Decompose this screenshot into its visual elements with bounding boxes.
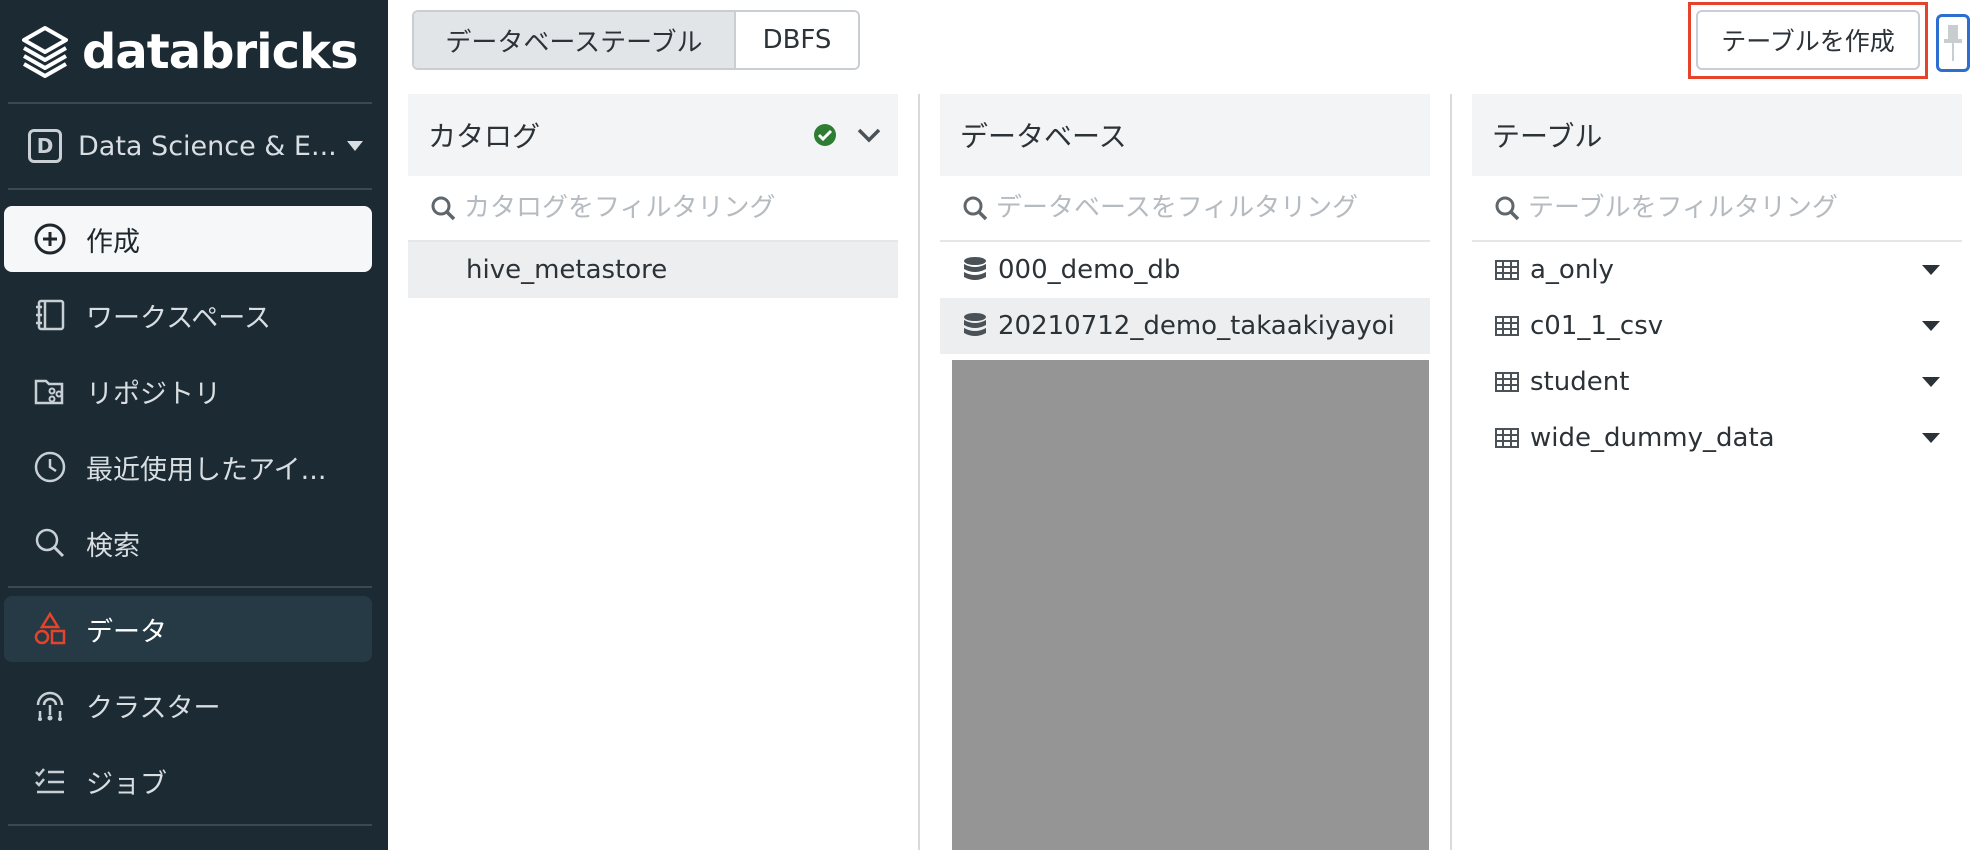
tab-database-tables[interactable]: データベーステーブル <box>414 12 736 68</box>
repo-icon <box>28 369 72 413</box>
sidebar-item-recents[interactable]: 最近使用したアイ... <box>4 434 372 500</box>
table-row[interactable]: c01_1_csv <box>1472 298 1962 354</box>
brand-name: databricks <box>82 24 359 80</box>
catalog-header-title: カタログ <box>428 120 541 153</box>
pin-button[interactable] <box>1936 14 1970 72</box>
table-row-label: wide_dummy_data <box>1530 423 1775 453</box>
column-divider[interactable] <box>1450 94 1452 850</box>
create-table-button[interactable]: テーブルを作成 <box>1696 10 1920 70</box>
sidebar-item-label: 最近使用したアイ... <box>86 454 327 486</box>
plus-circle-icon <box>28 217 72 261</box>
sidebar-item-repos[interactable]: リポジトリ <box>4 358 372 424</box>
sidebar-item-label: リポジトリ <box>86 378 221 410</box>
workspace-switcher[interactable]: D Data Science & E... <box>28 124 368 168</box>
sidebar-item-data[interactable]: データ <box>4 596 372 662</box>
sidebar: databricks D Data Science & E... 作成 ワークス… <box>0 0 388 850</box>
catalog-filter-input[interactable] <box>464 193 884 223</box>
caret-down-icon[interactable] <box>1922 321 1940 331</box>
database-row[interactable]: 000_demo_db <box>940 242 1430 298</box>
chevron-down-icon[interactable] <box>856 124 882 146</box>
database-row-label: 000_demo_db <box>998 255 1181 285</box>
sidebar-item-clusters[interactable]: クラスター <box>4 672 372 738</box>
check-circle-icon <box>814 124 836 146</box>
tables-filter-input[interactable] <box>1528 193 1948 223</box>
sidebar-divider <box>8 188 372 190</box>
tables-column: テーブル a_only c01_1_csv student wide_dummy… <box>1472 94 1962 850</box>
caret-down-icon[interactable] <box>1922 265 1940 275</box>
databricks-logo-icon <box>22 26 68 78</box>
workspace-badge: D <box>28 129 62 163</box>
sidebar-item-label: ワークスペース <box>86 302 271 334</box>
catalog-row[interactable]: hive_metastore <box>408 242 898 298</box>
search-icon <box>431 196 456 221</box>
table-row[interactable]: student <box>1472 354 1962 410</box>
database-row-label: 20210712_demo_takaakiyayoi <box>998 311 1395 341</box>
sidebar-divider <box>8 824 372 826</box>
table-icon <box>1495 372 1519 392</box>
sidebar-item-label: データ <box>86 616 167 648</box>
database-filter <box>940 176 1430 242</box>
data-shapes-icon <box>28 607 72 651</box>
search-icon <box>28 521 72 565</box>
catalog-row-label: hive_metastore <box>466 255 668 285</box>
table-row-label: student <box>1530 367 1630 397</box>
sidebar-item-create[interactable]: 作成 <box>4 206 372 272</box>
database-filter-input[interactable] <box>996 193 1416 223</box>
catalog-column: カタログ hive_metastore <box>408 94 898 850</box>
sidebar-item-label: 検索 <box>86 530 140 562</box>
caret-down-icon[interactable] <box>1922 433 1940 443</box>
catalog-filter <box>408 176 898 242</box>
notebook-icon <box>28 293 72 337</box>
table-row[interactable]: a_only <box>1472 242 1962 298</box>
tables-header-title: テーブル <box>1492 120 1603 153</box>
table-row[interactable]: wide_dummy_data <box>1472 410 1962 466</box>
table-row-label: c01_1_csv <box>1530 311 1664 341</box>
search-icon <box>963 196 988 221</box>
catalog-header: カタログ <box>408 94 898 176</box>
column-divider[interactable] <box>918 94 920 850</box>
sidebar-item-label: 作成 <box>86 226 140 258</box>
sidebar-divider <box>8 102 372 104</box>
sidebar-item-search[interactable]: 検索 <box>4 510 372 576</box>
caret-down-icon <box>346 141 363 151</box>
sidebar-item-label: クラスター <box>86 692 221 724</box>
database-icon <box>964 257 986 280</box>
sidebar-divider <box>8 586 372 588</box>
pin-icon <box>1944 25 1962 61</box>
search-icon <box>1495 196 1520 221</box>
table-icon <box>1495 316 1519 336</box>
workspace-label: Data Science & E... <box>78 130 337 162</box>
databricks-logo[interactable]: databricks <box>20 22 359 82</box>
clock-icon <box>28 445 72 489</box>
sidebar-item-workspace[interactable]: ワークスペース <box>4 282 372 348</box>
tab-dbfs[interactable]: DBFS <box>736 12 858 68</box>
sidebar-item-jobs[interactable]: ジョブ <box>4 748 372 814</box>
table-icon <box>1495 428 1519 448</box>
jobs-icon <box>28 759 72 803</box>
tables-header: テーブル <box>1472 94 1962 176</box>
redacted-area <box>952 360 1429 850</box>
source-tab-group: データベーステーブル DBFS <box>412 10 860 70</box>
table-row-label: a_only <box>1530 255 1614 285</box>
table-icon <box>1495 260 1519 280</box>
tables-filter <box>1472 176 1962 242</box>
database-icon <box>964 313 986 336</box>
sidebar-item-label: ジョブ <box>86 768 167 800</box>
cluster-icon <box>28 683 72 727</box>
caret-down-icon[interactable] <box>1922 377 1940 387</box>
database-header-title: データベース <box>960 120 1127 153</box>
database-row[interactable]: 20210712_demo_takaakiyayoi <box>940 298 1430 354</box>
database-header: データベース <box>940 94 1430 176</box>
